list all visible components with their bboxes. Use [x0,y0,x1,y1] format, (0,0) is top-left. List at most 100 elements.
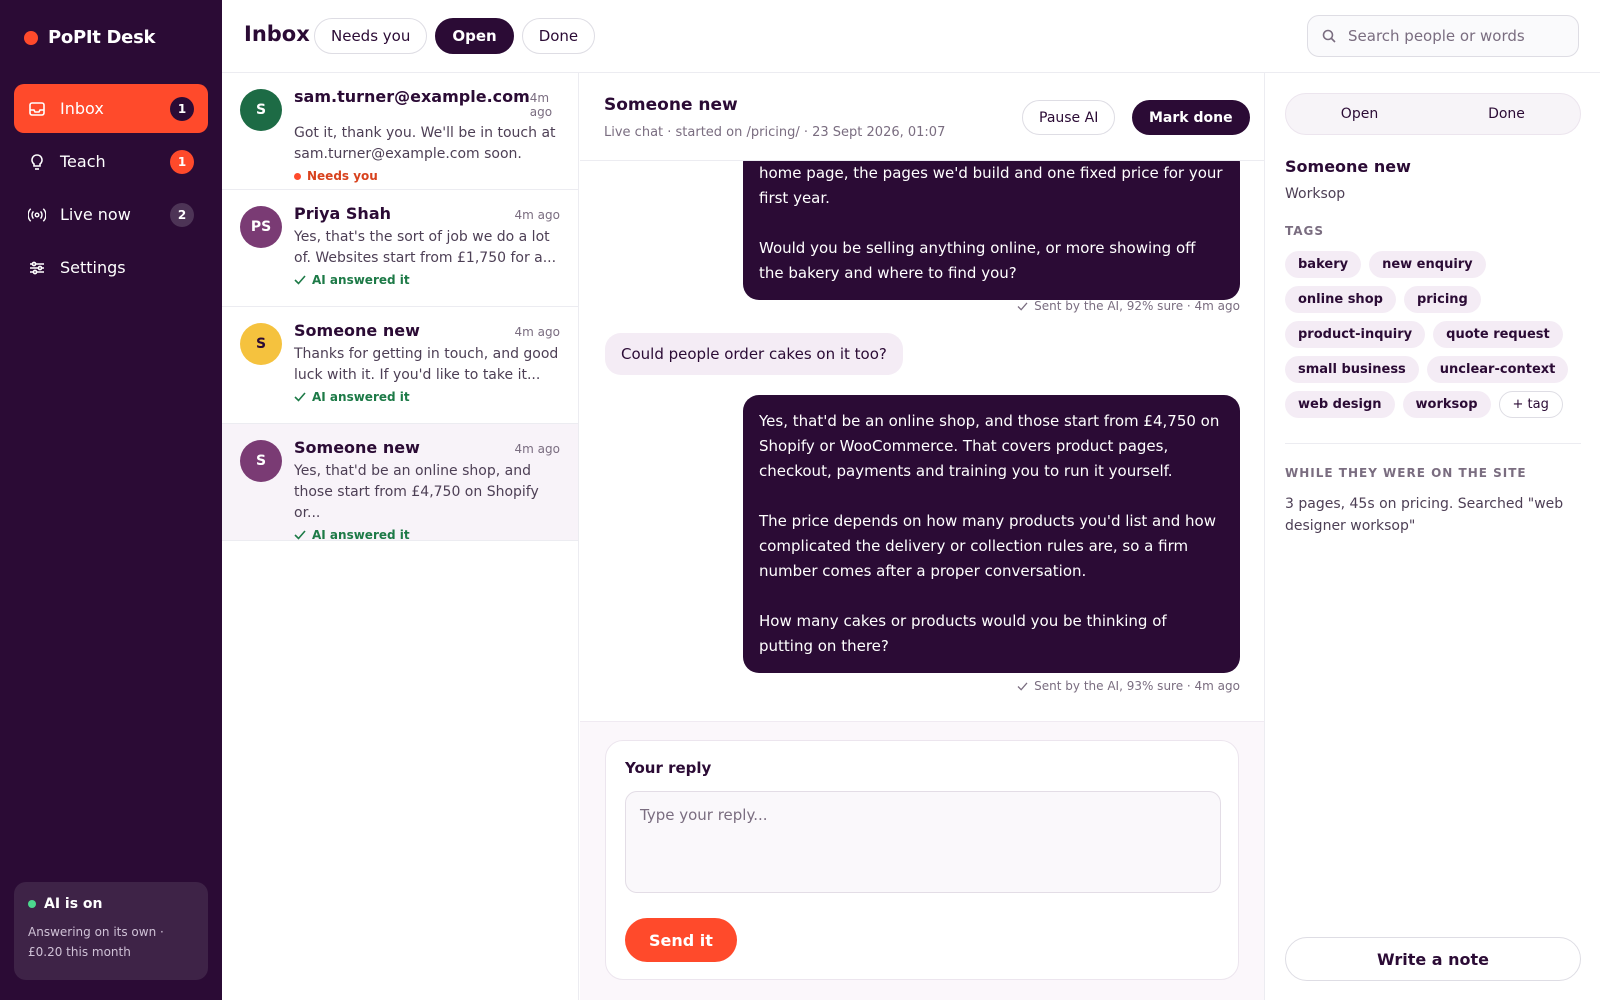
app-name: PoPIt Desk [48,27,156,48]
message-meta-text: Sent by the AI, 93% sure · 4m ago [1034,679,1240,693]
status-label: AI answered it [312,528,410,542]
contact-name: Someone new [1285,157,1411,176]
ai-status-title: AI is on [44,896,103,912]
sidebar-item-live-now[interactable]: Live now 2 [14,190,208,239]
conversation-name: Someone new [294,321,420,340]
conversation-name: sam.turner@example.com [294,87,530,106]
conversation-item[interactable]: PS Priya Shah 4m ago Yes, that's the sor… [222,190,578,307]
toggle-done[interactable]: Done [1433,94,1580,134]
tag-chip[interactable]: product-inquiry [1285,321,1426,348]
teach-count-badge: 1 [170,149,194,174]
lightbulb-icon [28,153,46,171]
tag-chip[interactable]: pricing [1403,286,1481,313]
status-toggle: Open Done [1285,93,1581,135]
logo-dot-icon [24,30,38,45]
mark-done-button[interactable]: Mark done [1132,100,1250,135]
tab-needs-you[interactable]: Needs you [314,18,428,54]
toggle-open[interactable]: Open [1286,94,1433,134]
needs-you-dot-icon [294,172,301,180]
tab-done[interactable]: Done [521,18,596,54]
check-icon [1017,681,1028,691]
chat-subtitle: Live chat · started on /pricing/ · 23 Se… [604,125,946,140]
status-ai-answered: AI answered it [294,390,560,404]
ai-status-description: Answering on its own · £0.20 this month [28,925,164,959]
status-needs-you: Needs you [294,169,560,183]
status-label: Needs you [307,169,378,183]
ai-message: home page, the pages we'd build and one … [743,161,1240,300]
conversation-time: 4m ago [529,91,553,119]
broadcast-icon [28,206,46,224]
conversation-time: 4m ago [514,208,560,222]
sidebar-item-settings[interactable]: Settings [14,243,208,292]
tab-open[interactable]: Open [435,18,514,54]
conversation-header: sam.turner@example.com 4m ago [294,87,560,119]
message-paragraph: How many cakes or products would you be … [759,612,1167,655]
tag-chip[interactable]: unclear-context [1426,356,1569,383]
sidebar-nav: Inbox 1 Teach 1 Live now 2 Settings [14,84,208,296]
tag-list: bakery new enquiry online shop pricing p… [1285,251,1585,418]
conversation-name: Someone new [294,438,420,457]
details-panel: Open Done Someone new Worksop TAGS baker… [1264,73,1600,1000]
avatar: PS [240,206,282,248]
message-paragraph: The price depends on how many products y… [759,512,1216,580]
avatar: S [240,89,282,131]
tag-chip[interactable]: small business [1285,356,1419,383]
sidebar-item-teach[interactable]: Teach 1 [14,137,208,186]
conversation-time: 4m ago [514,442,560,456]
chat-panel: Someone new Live chat · started on /pric… [580,73,1264,1000]
write-note-button[interactable]: Write a note [1285,937,1581,981]
tag-chip[interactable]: worksop [1402,391,1491,418]
site-activity-heading: WHILE THEY WERE ON THE SITE [1285,466,1527,480]
search-input[interactable] [1348,27,1564,45]
conversation-header: Someone new 4m ago [294,438,560,457]
conversation-preview: Yes, that'd be an online shop, and those… [294,463,539,521]
conversation-list: S sam.turner@example.com 4m ago Got it, … [222,73,579,1000]
conversation-header: Priya Shah 4m ago [294,204,560,223]
status-ai-answered: AI answered it [294,528,560,542]
tag-chip[interactable]: quote request [1433,321,1563,348]
sidebar-item-inbox[interactable]: Inbox 1 [14,84,208,133]
sidebar-item-label: Settings [60,258,126,277]
visitor-message: Could people order cakes on it too? [605,333,903,375]
reply-composer: Your reply Send it [605,740,1239,980]
tag-chip[interactable]: online shop [1285,286,1396,313]
conversation-time: 4m ago [514,325,560,339]
avatar: S [240,440,282,482]
conversation-name: Priya Shah [294,204,391,223]
sliders-icon [28,259,46,277]
check-icon [1017,301,1028,311]
top-bar: Inbox Needs you Open Done [222,0,1600,73]
brand[interactable]: PoPIt Desk [24,27,155,48]
avatar: S [240,323,282,365]
message-paragraph: Yes, that'd be an online shop, and those… [759,412,1220,480]
send-button[interactable]: Send it [625,918,737,962]
status-label: AI answered it [312,273,410,287]
page-title: Inbox [244,22,310,46]
check-icon [294,275,306,285]
conversation-preview: Thanks for getting in touch, and good lu… [294,346,559,383]
tag-chip[interactable]: bakery [1285,251,1362,278]
search-box [1307,15,1579,57]
pause-ai-button[interactable]: Pause AI [1022,100,1116,135]
conversation-item[interactable]: S Someone new 4m ago Yes, that'd be an o… [222,424,578,542]
contact-company: Worksop [1285,186,1346,202]
conversation-item[interactable]: S sam.turner@example.com 4m ago Got it, … [222,73,578,190]
chat-header: Someone new Live chat · started on /pric… [580,73,1264,161]
tag-chip[interactable]: new enquiry [1369,251,1486,278]
sidebar: PoPIt Desk Inbox 1 Teach 1 Live now 2 Se… [0,0,222,1000]
sidebar-item-label: Inbox [60,99,104,118]
message-meta: Sent by the AI, 93% sure · 4m ago [1017,679,1240,693]
message-thread[interactable]: home page, the pages we'd build and one … [580,161,1264,721]
divider [1285,443,1581,444]
ai-status-card[interactable]: AI is on Answering on its own · £0.20 th… [14,882,208,980]
sidebar-item-label: Live now [60,205,131,224]
conversation-item[interactable]: S Someone new 4m ago Thanks for getting … [222,307,578,424]
message-meta: Sent by the AI, 92% sure · 4m ago [1017,299,1240,313]
chat-title: Someone new [604,95,738,115]
conversation-preview: Got it, thank you. We'll be in touch at … [294,125,556,162]
conversation-preview: Yes, that's the sort of job we do a lot … [294,229,557,266]
inbox-icon [28,100,46,118]
reply-input[interactable] [625,791,1221,893]
tag-chip[interactable]: web design [1285,391,1395,418]
add-tag-button[interactable]: + tag [1498,391,1563,418]
